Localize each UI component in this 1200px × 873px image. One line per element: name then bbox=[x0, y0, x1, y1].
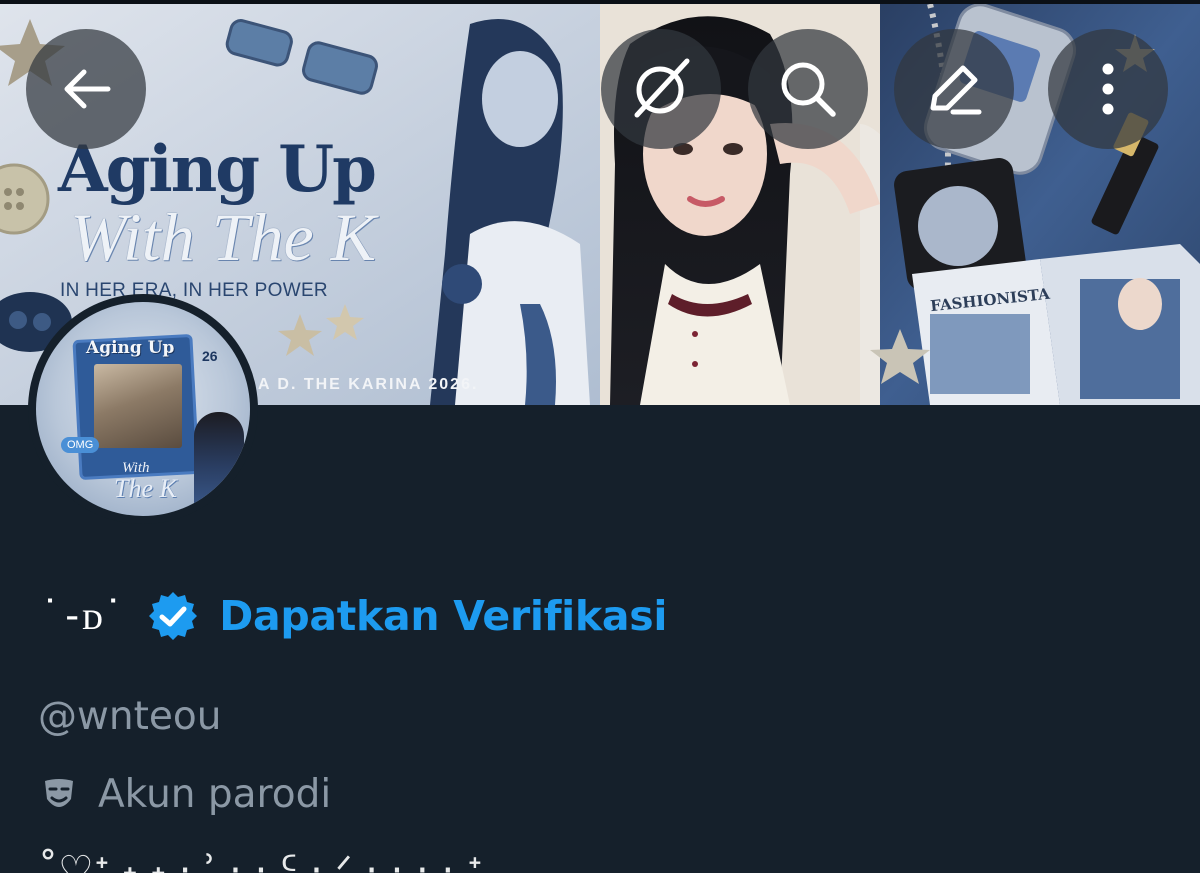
avatar-photo bbox=[94, 364, 182, 448]
parody-account-row: Akun parodi bbox=[38, 772, 331, 817]
parody-label: Akun parodi bbox=[98, 772, 332, 817]
profile-bio: ˚♡ᐩ ˖ ˖ · ʾ · · ᑦ · ᐟ · · · · ᐩ bbox=[38, 848, 482, 873]
profile-name-row: ˙-ᴅ˙ Dapatkan Verifikasi bbox=[38, 586, 667, 646]
avatar-title: Aging Up bbox=[86, 338, 175, 358]
avatar-person bbox=[194, 412, 244, 512]
display-name: ˙-ᴅ˙ bbox=[38, 593, 125, 639]
banner-tagline: IN HER ERA, IN HER POWER bbox=[60, 280, 328, 301]
banner-title-line2: With The K bbox=[70, 199, 377, 275]
theater-mask-icon bbox=[38, 774, 80, 816]
avatar-omg-badge: OMG bbox=[61, 437, 100, 453]
edit-button[interactable] bbox=[894, 29, 1014, 149]
arrow-left-icon bbox=[64, 69, 111, 109]
search-button[interactable] bbox=[748, 29, 868, 149]
back-button[interactable] bbox=[26, 29, 146, 149]
search-icon bbox=[781, 62, 836, 117]
grok-button[interactable] bbox=[601, 29, 721, 149]
profile-avatar[interactable]: Aging Up 26 OMG With The K bbox=[28, 294, 258, 524]
avatar-number: 26 bbox=[202, 348, 218, 364]
more-vertical-icon bbox=[1102, 63, 1114, 115]
more-options-button[interactable] bbox=[1048, 29, 1168, 149]
pencil-icon bbox=[930, 65, 982, 115]
avatar-thek-text: The K bbox=[114, 474, 177, 503]
avatar-image: Aging Up 26 OMG With The K bbox=[36, 302, 250, 516]
banner-footer-text: A D. THE KARINA 2026. bbox=[258, 376, 479, 393]
get-verified-link[interactable]: Dapatkan Verifikasi bbox=[219, 592, 667, 640]
verified-badge-icon[interactable] bbox=[147, 590, 199, 642]
profile-handle: @wnteou bbox=[38, 694, 222, 739]
grok-icon bbox=[634, 58, 690, 118]
bio-text: ˚♡ᐩ ˖ ˖ · ʾ · · ᑦ · ᐟ · · · · ᐩ bbox=[38, 848, 483, 873]
profile-page: Aging Up With The K IN HER ERA, IN HER P… bbox=[0, 0, 1200, 873]
